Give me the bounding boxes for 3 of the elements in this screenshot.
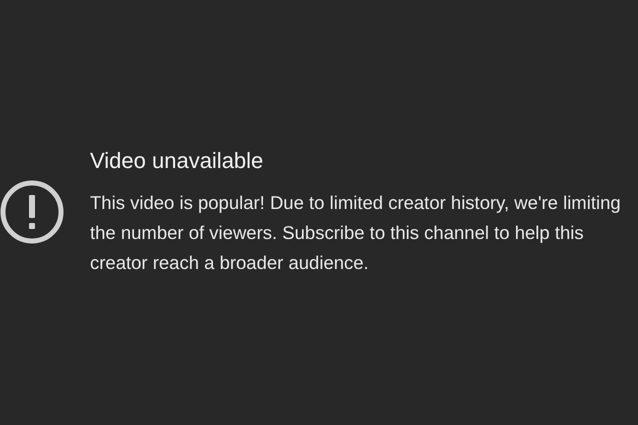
error-title: Video unavailable <box>90 147 264 175</box>
warning-icon <box>0 180 64 244</box>
error-message: This video is popular! Due to limited creator history, we're limiting the number of viewers. Subscribe to this channel to help this creator reach a broader audience. <box>90 191 622 275</box>
